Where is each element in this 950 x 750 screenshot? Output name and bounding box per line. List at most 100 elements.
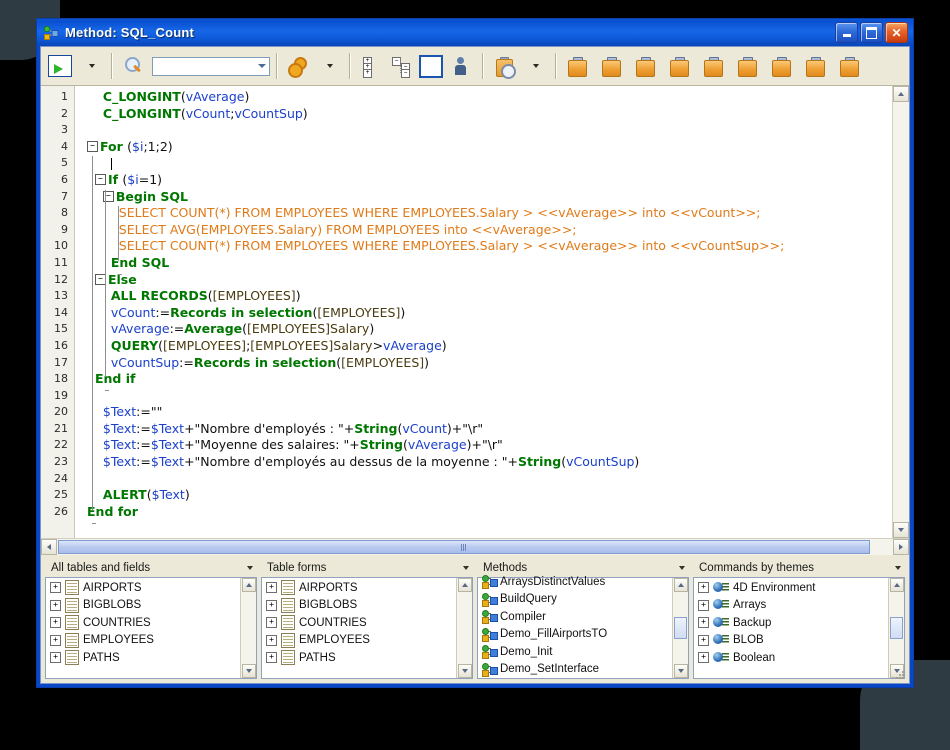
panel-list[interactable]: +4D Environment + Arrays + Backup + BLOB + Boole… xyxy=(694,578,888,678)
code-horizontal-scrollbar[interactable] xyxy=(41,538,909,555)
chevron-down-icon[interactable] xyxy=(895,565,901,570)
expand-toggle-icon[interactable]: + xyxy=(266,599,277,611)
code-line[interactable]: QUERY([EMPLOYEES];[EMPLOYEES]Salary>vAve… xyxy=(85,338,892,355)
list-item[interactable]: + BIGBLOBS xyxy=(46,597,240,615)
expand-toggle-icon[interactable]: + xyxy=(266,582,277,594)
code-line[interactable]: ALL RECORDS([EMPLOYEES]) xyxy=(85,288,892,305)
macros-dropdown-button[interactable] xyxy=(313,51,343,81)
code-line[interactable]: − Else xyxy=(85,272,892,289)
expand-toggle-icon[interactable]: + xyxy=(698,617,709,629)
code-line[interactable]: $Text:=$Text+"Moyenne des salaires: "+St… xyxy=(85,437,892,454)
list-item[interactable]: + Backup xyxy=(694,614,888,632)
expand-toggle-icon[interactable]: + xyxy=(50,582,61,594)
expand-toggle-icon[interactable]: + xyxy=(266,634,277,646)
expand-toggle-icon[interactable]: + xyxy=(698,652,709,664)
code-line[interactable]: $Text:="" xyxy=(85,404,892,421)
resize-grip[interactable] xyxy=(895,670,906,681)
clipboard-button-9[interactable] xyxy=(834,51,864,81)
code-line[interactable]: vAverage:=Average([EMPLOYEES]Salary) xyxy=(85,321,892,338)
code-line[interactable]: vCountSup:=Records in selection([EMPLOYE… xyxy=(85,355,892,372)
close-button[interactable]: ✕ xyxy=(885,22,908,43)
code-line[interactable]: $Text:=$Text+"Nombre d'employés : "+Stri… xyxy=(85,421,892,438)
run-dropdown-button[interactable] xyxy=(75,51,105,81)
panel-header[interactable]: All tables and fields xyxy=(45,558,257,577)
scroll-up-button[interactable] xyxy=(457,578,472,592)
list-item[interactable]: Demo_Init xyxy=(478,643,672,661)
clipboard-button-7[interactable] xyxy=(766,51,796,81)
list-item[interactable]: + EMPLOYEES xyxy=(262,632,456,650)
panel-header[interactable]: Commands by themes xyxy=(693,558,905,577)
run-method-button[interactable] xyxy=(45,51,75,81)
clipboard-button-6[interactable] xyxy=(732,51,762,81)
list-item[interactable]: + BLOB xyxy=(694,632,888,650)
panel-scrollbar[interactable] xyxy=(888,578,904,678)
search-button[interactable] xyxy=(118,51,148,81)
scroll-thumb[interactable] xyxy=(674,617,687,639)
fold-toggle-icon[interactable]: − xyxy=(87,140,98,152)
panel-header[interactable]: Table forms xyxy=(261,558,473,577)
list-item[interactable]: + Arrays xyxy=(694,597,888,615)
clipboard-button-2[interactable] xyxy=(596,51,626,81)
maximize-button[interactable] xyxy=(860,22,883,43)
code-line[interactable] xyxy=(85,122,892,139)
code-line[interactable]: End SQL xyxy=(85,255,892,272)
list-item[interactable]: + EMPLOYEES xyxy=(46,632,240,650)
list-item[interactable]: BuildQuery xyxy=(478,591,672,609)
panel-scrollbar[interactable] xyxy=(672,578,688,678)
code-line[interactable] xyxy=(85,388,892,405)
collapse-all-button[interactable]: − − − xyxy=(386,51,416,81)
scroll-up-button[interactable] xyxy=(893,86,909,102)
search-field[interactable] xyxy=(153,59,255,73)
expand-toggle-icon[interactable]: + xyxy=(50,634,61,646)
code-line[interactable]: End if xyxy=(85,371,892,388)
scroll-thumb[interactable] xyxy=(890,617,903,639)
panel-list[interactable]: + AIRPORTS + BIGBLOBS + COUNTRIES + EMPLOYEES + P… xyxy=(262,578,456,678)
panel-list[interactable]: + AIRPORTS + BIGBLOBS + COUNTRIES + EMPLOYEES + P… xyxy=(46,578,240,678)
scroll-down-button[interactable] xyxy=(893,522,909,538)
code-line[interactable]: $Text:=$Text+"Nombre d'employés au dessu… xyxy=(85,454,892,471)
clipboard-button-5[interactable] xyxy=(698,51,728,81)
list-item[interactable]: + COUNTRIES xyxy=(262,614,456,632)
scroll-down-button[interactable] xyxy=(457,664,472,678)
code-line[interactable]: End for xyxy=(85,504,892,521)
panel-list[interactable]: ArraysDistinctValues BuildQuery Compiler De… xyxy=(478,572,672,678)
clipboard-button-8[interactable] xyxy=(800,51,830,81)
code-text-area[interactable]: C_LONGINT(vAverage) C_LONGINT(vCount;vCo… xyxy=(85,86,892,538)
expand-toggle-icon[interactable]: + xyxy=(50,652,61,664)
list-item[interactable]: + COUNTRIES xyxy=(46,614,240,632)
method-properties-button[interactable] xyxy=(446,51,476,81)
chevron-down-icon[interactable] xyxy=(463,565,469,570)
chevron-down-icon[interactable] xyxy=(679,565,685,570)
list-item[interactable]: + PATHS xyxy=(46,649,240,667)
code-line[interactable]: C_LONGINT(vCount;vCountSup) xyxy=(85,106,892,123)
list-item[interactable]: ArraysDistinctValues xyxy=(478,573,672,591)
code-line[interactable]: SELECT COUNT(*) FROM EMPLOYEES WHERE EMP… xyxy=(85,205,892,222)
list-item[interactable]: + BIGBLOBS xyxy=(262,597,456,615)
code-vertical-scrollbar[interactable] xyxy=(892,86,909,538)
list-item[interactable]: + AIRPORTS xyxy=(262,579,456,597)
code-line[interactable]: C_LONGINT(vAverage) xyxy=(85,89,892,106)
expand-toggle-icon[interactable]: + xyxy=(698,582,709,594)
list-item[interactable]: +4D Environment xyxy=(694,579,888,597)
scroll-right-button[interactable] xyxy=(893,539,909,555)
code-line[interactable]: − For ($i;1;2) xyxy=(85,139,892,156)
list-item[interactable]: + AIRPORTS xyxy=(46,579,240,597)
horizontal-scroll-thumb[interactable] xyxy=(58,540,870,554)
search-dropdown-arrow[interactable] xyxy=(255,58,269,75)
panel-scrollbar[interactable] xyxy=(456,578,472,678)
expand-toggle-icon[interactable]: + xyxy=(266,617,277,629)
history-dropdown-button[interactable] xyxy=(519,51,549,81)
fold-margin[interactable] xyxy=(75,86,85,538)
clipboard-button-3[interactable] xyxy=(630,51,660,81)
expand-all-button[interactable]: + + + xyxy=(356,51,386,81)
scroll-up-button[interactable] xyxy=(673,578,688,592)
expand-toggle-icon[interactable]: + xyxy=(50,599,61,611)
scroll-down-button[interactable] xyxy=(241,664,256,678)
list-item[interactable]: + Boolean xyxy=(694,649,888,667)
scroll-up-button[interactable] xyxy=(889,578,904,592)
list-item[interactable]: + PATHS xyxy=(262,649,456,667)
code-line[interactable]: SELECT COUNT(*) FROM EMPLOYEES WHERE EMP… xyxy=(85,238,892,255)
code-line[interactable]: ALERT($Text) xyxy=(85,487,892,504)
expand-toggle-icon[interactable]: + xyxy=(266,652,277,664)
clipboard-button-1[interactable] xyxy=(562,51,592,81)
